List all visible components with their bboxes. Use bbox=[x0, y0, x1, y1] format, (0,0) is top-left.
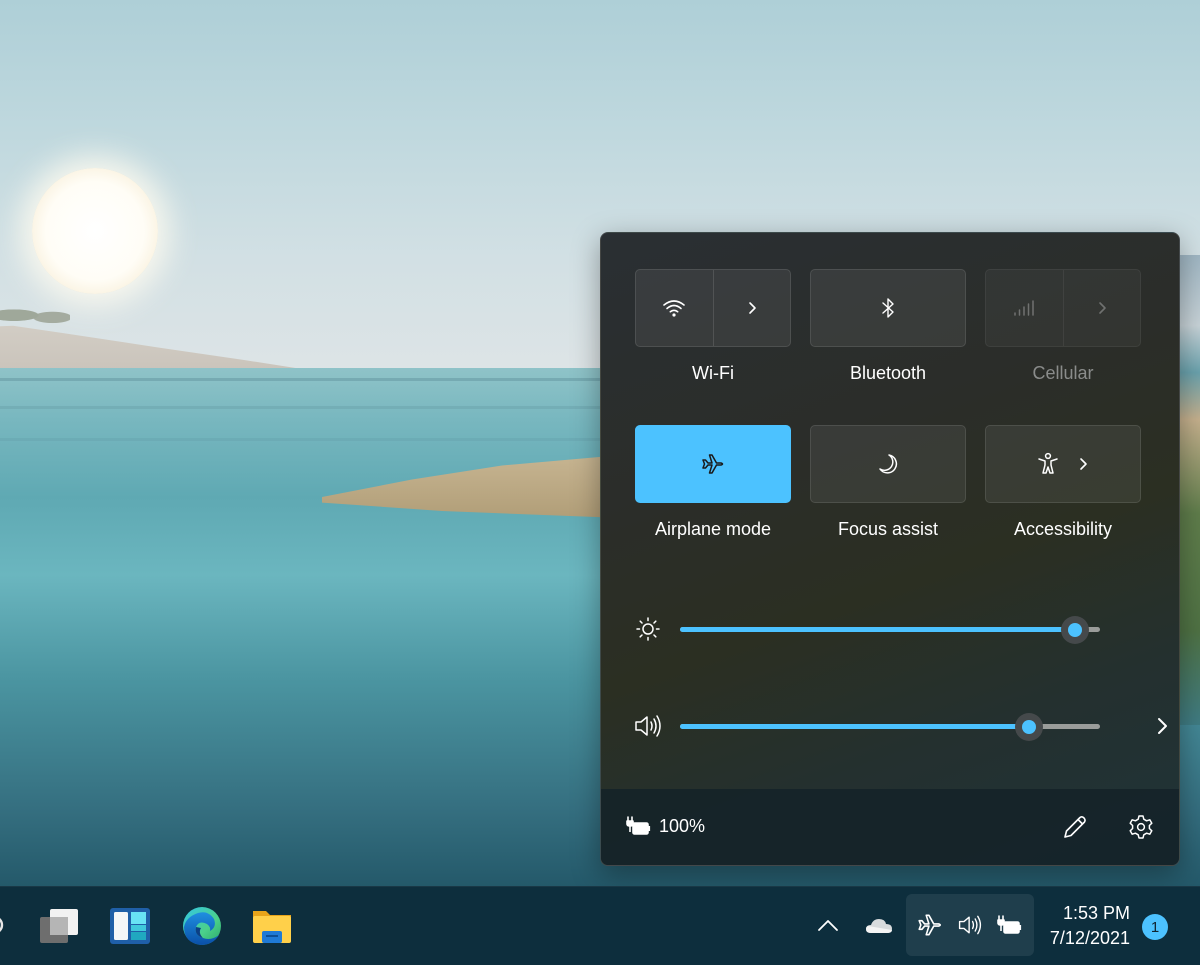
wallpaper-trees bbox=[0, 302, 70, 324]
tile-label: Airplane mode bbox=[654, 519, 772, 539]
brightness-slider-thumb[interactable] bbox=[1060, 616, 1089, 644]
focus-assist-toggle-button[interactable] bbox=[810, 425, 966, 503]
wifi-toggle-button[interactable] bbox=[636, 270, 714, 346]
tile-label: Bluetooth bbox=[849, 363, 927, 383]
volume-slider-fill bbox=[680, 724, 1029, 729]
cellular-toggle[interactable] bbox=[985, 269, 1141, 347]
chevron-right-icon bbox=[1098, 302, 1106, 314]
airplane-mode-toggle-button[interactable] bbox=[635, 425, 791, 503]
brightness-slider-fill bbox=[680, 627, 1075, 632]
wifi-expand-button[interactable] bbox=[714, 270, 791, 346]
volume-slider-row bbox=[633, 711, 1167, 741]
tile-label: Accessibility bbox=[1013, 519, 1113, 539]
cellular-expand-button[interactable] bbox=[1064, 270, 1141, 346]
cellular-toggle-button[interactable] bbox=[986, 270, 1064, 346]
volume-output-chevron-icon[interactable] bbox=[1151, 714, 1175, 738]
tile-accessibility: Accessibility bbox=[985, 425, 1141, 540]
tile-airplane-mode: Airplane mode bbox=[635, 425, 791, 540]
pencil-icon bbox=[1064, 816, 1086, 838]
tile-bluetooth: Bluetooth bbox=[810, 269, 966, 384]
show-hidden-icons-button[interactable] bbox=[816, 917, 840, 938]
speaker-icon bbox=[635, 715, 661, 737]
battery-charging-icon bbox=[997, 915, 1022, 934]
settings-button[interactable] bbox=[1125, 811, 1157, 843]
taskbar: 1:53 PM 7/12/2021 1 bbox=[0, 886, 1200, 965]
taskbar-app-file-explorer[interactable] bbox=[251, 905, 293, 947]
task-view-icon bbox=[40, 909, 78, 943]
tile-wifi: Wi-Fi bbox=[635, 269, 791, 384]
folder-icon bbox=[253, 911, 291, 943]
wifi-toggle[interactable] bbox=[635, 269, 791, 347]
tile-label: Cellular bbox=[1032, 363, 1094, 383]
chevron-right-icon bbox=[1080, 458, 1087, 470]
battery-percentage: 100% bbox=[659, 815, 706, 836]
cloud-icon bbox=[866, 919, 892, 933]
clock-time: 1:53 PM bbox=[1062, 903, 1130, 923]
quick-settings-footer: 100% bbox=[601, 789, 1179, 865]
battery-status[interactable]: 100% bbox=[625, 815, 705, 837]
volume-slider-thumb[interactable] bbox=[1014, 713, 1043, 741]
accessibility-icon bbox=[1038, 452, 1058, 474]
tile-label: Wi-Fi bbox=[692, 363, 734, 383]
tile-cellular: Cellular bbox=[985, 269, 1141, 384]
widgets-icon bbox=[110, 908, 150, 944]
wallpaper-sun bbox=[32, 168, 158, 294]
chevron-up-icon bbox=[818, 920, 838, 931]
bluetooth-icon bbox=[882, 298, 894, 318]
taskbar-clock[interactable]: 1:53 PM 7/12/2021 bbox=[1036, 901, 1130, 951]
notification-count-badge[interactable]: 1 bbox=[1142, 914, 1168, 940]
tile-focus-assist: Focus assist bbox=[810, 425, 966, 540]
edge-browser-icon bbox=[183, 907, 221, 945]
airplane-icon bbox=[702, 454, 724, 474]
volume-slider[interactable] bbox=[680, 713, 1100, 741]
edit-quick-settings-button[interactable] bbox=[1059, 811, 1091, 843]
airplane-icon bbox=[918, 914, 942, 936]
chevron-right-icon bbox=[748, 302, 756, 314]
battery-charging-icon bbox=[626, 816, 651, 835]
bluetooth-toggle-button[interactable] bbox=[810, 269, 966, 347]
quick-settings-tray-button[interactable] bbox=[906, 894, 1034, 956]
tile-label: Focus assist bbox=[837, 519, 939, 539]
taskbar-app-edge[interactable] bbox=[181, 905, 223, 947]
wifi-icon bbox=[663, 300, 686, 317]
moon-icon bbox=[879, 454, 898, 474]
gear-icon bbox=[1129, 815, 1153, 839]
taskbar-app-widgets[interactable] bbox=[109, 905, 151, 947]
speaker-icon bbox=[958, 915, 982, 935]
accessibility-button[interactable] bbox=[985, 425, 1141, 503]
brightness-slider[interactable] bbox=[680, 616, 1100, 644]
search-icon[interactable] bbox=[0, 913, 6, 937]
quick-settings-panel: Wi-Fi Bluetooth Cellular Airplane mode F… bbox=[600, 232, 1180, 866]
brightness-slider-row bbox=[633, 614, 1153, 644]
taskbar-app-task-view[interactable] bbox=[38, 905, 80, 947]
onedrive-tray-button[interactable] bbox=[865, 916, 893, 941]
cellular-signal-icon bbox=[1014, 300, 1034, 316]
brightness-sun-icon bbox=[636, 617, 660, 641]
clock-date: 7/12/2021 bbox=[1049, 928, 1130, 948]
